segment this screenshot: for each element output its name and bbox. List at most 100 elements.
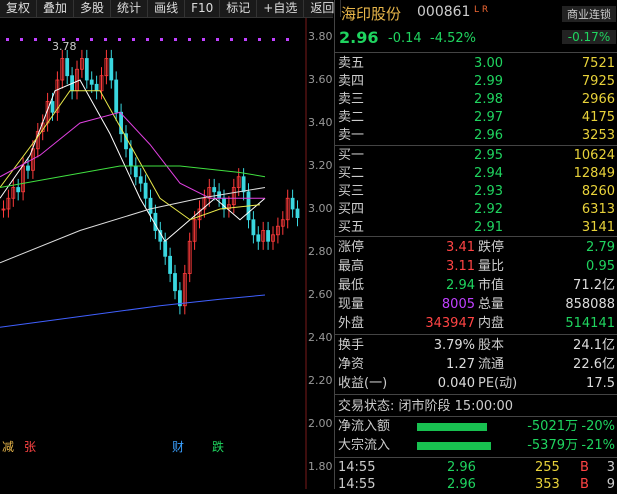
chart-toolbar: 复权 叠加 多股 统计 画线 F10 标记 +自选 返回 <box>0 0 342 18</box>
candle-body <box>153 212 158 231</box>
ask-level[interactable]: 卖二 2.97 4175 <box>335 109 617 127</box>
grid-mark <box>6 38 9 41</box>
level-price: 2.93 <box>474 184 503 199</box>
toolbar-button[interactable]: F10 <box>185 0 221 17</box>
bid-level[interactable]: 买五 2.91 3141 <box>335 219 617 237</box>
toolbar-button[interactable]: 多股 <box>74 0 112 17</box>
grid-mark <box>202 38 205 41</box>
price-change: -0.14 <box>388 31 422 46</box>
candle-body <box>143 182 148 199</box>
stat-label: 流通 <box>478 357 505 372</box>
stat-value: 343947 <box>425 316 475 331</box>
kline-chart[interactable]: 3.80 3.60 3.40 3.20 3.00 2.80 2.60 2.40 2.20 2.00… <box>0 18 333 489</box>
flow-value: -5021万 <box>527 419 578 434</box>
toolbar-button[interactable]: 复权 <box>0 0 38 17</box>
sector-name[interactable]: 商业连锁 <box>562 6 616 22</box>
stat-value: 514141 <box>565 316 615 331</box>
grid-mark <box>244 38 247 41</box>
stat-value: 858088 <box>565 297 615 312</box>
level-label: 卖三 <box>338 92 365 107</box>
y-axis-tick: 3.40 <box>308 116 333 129</box>
event-marker[interactable]: 张 <box>24 438 36 455</box>
level-volume: 7521 <box>581 56 615 71</box>
ask-level[interactable]: 卖五 3.00 7521 <box>335 55 617 73</box>
level-volume: 3141 <box>581 220 615 235</box>
level-label: 买四 <box>338 202 365 217</box>
ask-level[interactable]: 卖四 2.99 7925 <box>335 73 617 91</box>
level-price: 2.94 <box>474 166 503 181</box>
stock-code: 000861 <box>417 4 471 20</box>
stat-row: 换手 3.79% 股本 24.1亿 <box>335 337 617 355</box>
level-volume: 8260 <box>581 184 615 199</box>
fund-flow-row: 净流入额 -5021万 -20% <box>335 418 617 436</box>
event-marker[interactable]: 跌 <box>212 438 224 455</box>
ask-level[interactable]: 卖三 2.98 2966 <box>335 91 617 109</box>
grid-mark <box>104 38 107 41</box>
stat-label: 净资 <box>338 357 365 372</box>
tick-count: 9 <box>606 477 615 492</box>
quote-panel: 海印股份 000861 L R 商业连锁 2.96 -0.14 -4.52% -… <box>334 0 617 492</box>
candle-body <box>148 197 153 214</box>
stat-label: PE(动) <box>478 376 518 391</box>
candle-body <box>50 101 55 113</box>
tick-time: 14:55 <box>338 477 376 492</box>
bid-level[interactable]: 买二 2.94 12849 <box>335 165 617 183</box>
grid-mark <box>20 38 23 41</box>
candle-body <box>65 58 70 77</box>
toolbar-button[interactable]: 画线 <box>148 0 186 17</box>
tick-time: 14:55 <box>338 460 376 475</box>
divider <box>335 236 617 237</box>
grid-mark <box>188 38 191 41</box>
level-label: 卖四 <box>338 74 365 89</box>
stat-label: 最高 <box>338 259 365 274</box>
grid-mark <box>160 38 163 41</box>
y-axis-tick: 2.80 <box>308 245 333 258</box>
grid-mark <box>118 38 121 41</box>
level-volume: 4175 <box>581 110 615 125</box>
stat-row: 外盘 343947 内盘 514141 <box>335 315 617 333</box>
lr-flag: L R <box>474 5 489 15</box>
stat-value: 3.41 <box>446 240 475 255</box>
y-axis-tick: 3.80 <box>308 30 333 43</box>
ask-level[interactable]: 卖一 2.96 3253 <box>335 127 617 145</box>
toolbar-button[interactable]: 标记 <box>220 0 258 17</box>
bid-level[interactable]: 买三 2.93 8260 <box>335 183 617 201</box>
y-axis-tick: 1.80 <box>308 460 333 473</box>
level-label: 卖二 <box>338 110 365 125</box>
stat-label: 股本 <box>478 338 505 353</box>
level-label: 买二 <box>338 166 365 181</box>
stat-value: 1.27 <box>446 357 475 372</box>
candle-body <box>251 219 256 236</box>
y-axis-tick: 2.20 <box>308 374 333 387</box>
sector-change-pct: -0.17% <box>562 30 616 44</box>
level-label: 卖一 <box>338 128 365 143</box>
candle-body <box>290 197 295 210</box>
candle-body <box>212 187 217 193</box>
candle-body <box>94 83 99 92</box>
stat-value: 0.95 <box>586 259 615 274</box>
stock-name: 海印股份 <box>341 5 402 23</box>
stat-label: 涨停 <box>338 240 365 255</box>
stat-value: 17.5 <box>586 376 615 391</box>
y-axis-tick: 2.40 <box>308 331 333 344</box>
current-price: 2.96 <box>339 28 379 47</box>
level-volume: 12849 <box>573 166 615 181</box>
stat-row: 涨停 3.41 跌停 2.79 <box>335 239 617 257</box>
stat-label: 换手 <box>338 338 365 353</box>
bid-level[interactable]: 买一 2.95 10624 <box>335 147 617 165</box>
toolbar-button[interactable]: 叠加 <box>37 0 75 17</box>
tick-count: 3 <box>606 460 615 475</box>
stat-value: 71.2亿 <box>573 278 615 293</box>
stat-value: 3.79% <box>433 338 475 353</box>
tick-side: B <box>580 477 589 492</box>
stat-value: 2.79 <box>586 240 615 255</box>
candle-body <box>173 273 177 292</box>
flow-label: 净流入额 <box>338 419 391 434</box>
y-axis-tick: 2.60 <box>308 288 333 301</box>
toolbar-button[interactable]: +自选 <box>257 0 305 17</box>
event-marker[interactable]: 减 <box>2 438 14 455</box>
event-marker[interactable]: 财 <box>172 438 184 455</box>
bid-level[interactable]: 买四 2.92 6313 <box>335 201 617 219</box>
toolbar-button[interactable]: 统计 <box>111 0 149 17</box>
candle-body <box>256 234 261 242</box>
